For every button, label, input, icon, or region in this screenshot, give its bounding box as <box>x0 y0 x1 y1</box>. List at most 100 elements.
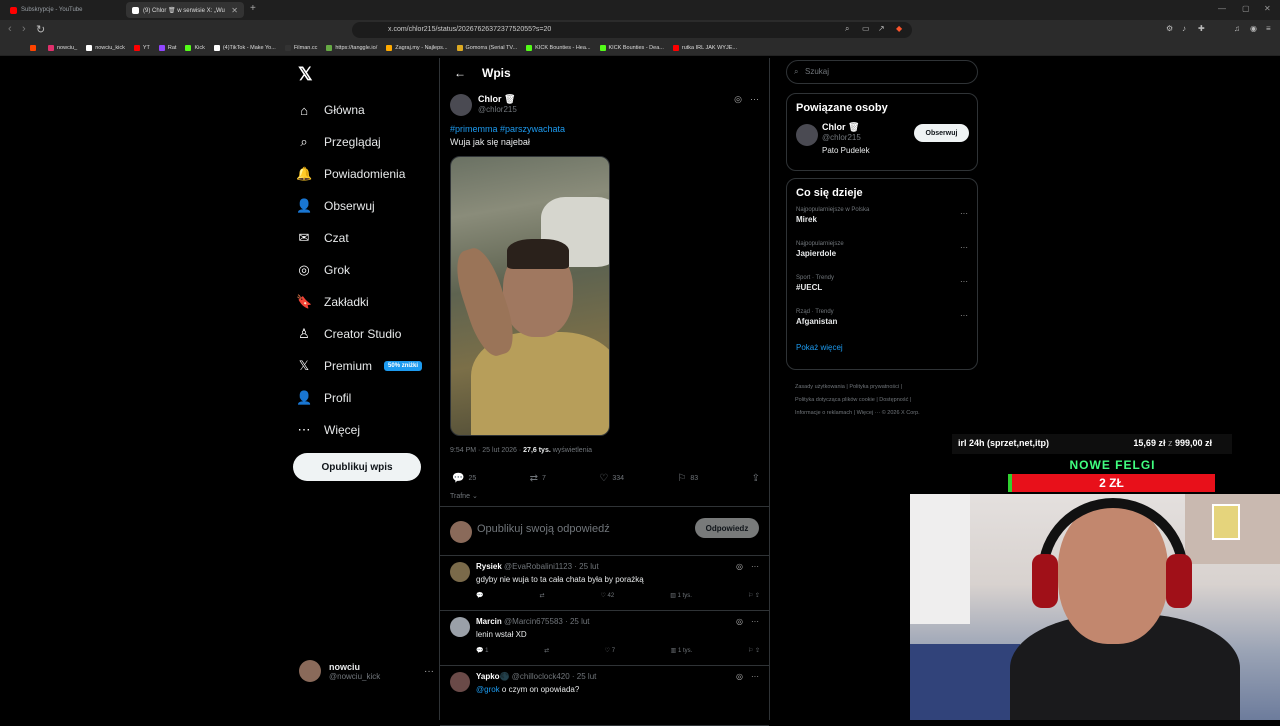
bookmark-item[interactable]: https://tanggle.io/ <box>326 44 377 51</box>
reply-button[interactable]: 💬 1 <box>476 647 488 654</box>
close-tab-icon[interactable]: ✕ <box>231 6 238 15</box>
tweet-time[interactable]: 9:54 PM · 25 lut 2026 · <box>450 447 523 454</box>
more-icon[interactable]: ··· <box>751 617 759 626</box>
bookmark-item[interactable]: Zagraj.my - Najleps... <box>386 44 448 51</box>
maximize-button[interactable]: ▢ <box>1242 4 1250 13</box>
tweet-hashtags[interactable]: #primemma #parszywachata <box>450 124 565 134</box>
footer-line[interactable]: Polityka dotycząca plików cookie | Dostę… <box>795 394 965 407</box>
tab-x[interactable]: (9) Chlor 🗑 w serwisie X: „Wu ✕ <box>126 2 244 18</box>
like-button[interactable]: ♡ 42 <box>600 592 614 599</box>
grok-icon[interactable]: ◎ <box>736 672 743 681</box>
reply-item[interactable]: Marcin @Marcin675583 · 25 lut lenin wstał… <box>440 611 769 666</box>
x-logo-icon[interactable]: 𝕏 <box>298 64 313 85</box>
puzzle-icon[interactable]: ✚ <box>1198 24 1205 33</box>
search-input[interactable]: ⌕ Szukaj <box>786 60 978 84</box>
footer-line[interactable]: Informacje o reklamach | Więcej ··· © 20… <box>795 407 965 420</box>
reply-mention[interactable]: @grok <box>476 685 500 694</box>
like-button[interactable]: ♡ 7 <box>605 647 615 654</box>
tab-youtube[interactable]: Subskrypcje - YouTube <box>4 2 122 18</box>
nav-item-more[interactable]: ⋯ Więcej <box>296 414 422 446</box>
grok-icon[interactable]: ◎ <box>734 94 742 105</box>
more-icon[interactable]: ··· <box>960 209 968 218</box>
views-button[interactable]: ▥ 1 tys. <box>671 647 693 654</box>
back-arrow-icon[interactable]: ← <box>454 66 466 80</box>
reply-button[interactable]: 💬 25 <box>452 473 476 484</box>
like-button[interactable]: ♡ 334 <box>599 473 624 484</box>
reply-input[interactable]: Opublikuj swoją odpowiedź <box>477 523 610 535</box>
extension-icon[interactable]: ⚙ <box>1166 24 1173 33</box>
follow-button[interactable]: Obserwuj <box>914 124 969 142</box>
media-icon[interactable]: ♫ <box>1234 24 1240 33</box>
share-icon[interactable]: ↗ <box>878 24 885 33</box>
show-more-link[interactable]: Pokaż więcej <box>787 343 977 360</box>
bookmark-item[interactable]: Kick <box>185 44 205 51</box>
bookmark-item[interactable]: rutka IRL JAK WYJE... <box>672 44 737 51</box>
nav-item-explore[interactable]: ⌕ Przeglądaj <box>296 126 422 158</box>
nav-item-profile[interactable]: 👤 Profil <box>296 382 422 414</box>
bookmark-item[interactable]: Filman.cc <box>284 44 317 51</box>
tweet-video[interactable] <box>450 156 610 436</box>
back-icon[interactable]: ‹ <box>8 23 12 35</box>
views-button[interactable]: ▥ 1 tys. <box>670 592 692 599</box>
more-icon[interactable]: ··· <box>960 243 968 252</box>
footer-line[interactable]: Zasady użytkowania | Polityka prywatnośc… <box>795 381 965 394</box>
minimize-button[interactable]: — <box>1218 4 1226 13</box>
trend-item[interactable]: Rząd · Trendy Afganistan ··· <box>787 309 977 343</box>
bookmark-item[interactable]: (4)TikTok - Make Yo... <box>213 44 276 51</box>
bookmark-item[interactable]: Rat <box>158 44 176 51</box>
menu-icon[interactable]: ≡ <box>1266 24 1271 33</box>
more-icon[interactable]: ··· <box>751 562 759 571</box>
reply-item[interactable]: Yapko🌑 @chilloclock420 · 25 lut @grok o c… <box>440 666 769 726</box>
trend-item[interactable]: Najpopularniejsze w Polska Mirek ··· <box>787 207 977 241</box>
new-tab-button[interactable]: + <box>250 3 256 14</box>
nav-item-creator-studio[interactable]: ♙ Creator Studio <box>296 318 422 350</box>
screen-icon[interactable]: ▭ <box>862 24 870 33</box>
more-icon[interactable]: ··· <box>751 672 759 681</box>
bookmark-item[interactable]: Gomorra (Serial TV... <box>456 44 517 51</box>
post-button[interactable]: Opublikuj wpis <box>293 453 421 481</box>
nav-item-chat[interactable]: ✉ Czat <box>296 222 422 254</box>
vpn-icon[interactable]: ◉ <box>1250 24 1257 33</box>
trend-item[interactable]: Sport · Trendy #UECL ··· <box>787 275 977 309</box>
bookmark-button[interactable]: ⚐ ⇪ <box>748 647 760 654</box>
nav-item-home[interactable]: ⌂ Główna <box>296 94 422 126</box>
audio-icon[interactable]: ♪ <box>1182 24 1186 33</box>
bookmark-item[interactable]: nowciu_kick <box>86 44 125 51</box>
bookmark-item[interactable]: KICK Bounties - Dea... <box>599 44 664 51</box>
forward-icon[interactable]: › <box>22 23 26 35</box>
sort-replies[interactable]: Trafne ⌄ <box>450 492 478 500</box>
reply-submit-button[interactable]: Odpowiedz <box>695 518 759 538</box>
repost-button[interactable]: ⇄ 7 <box>530 473 546 484</box>
grok-icon[interactable]: ◎ <box>736 617 743 626</box>
repost-button[interactable]: ⇄ <box>539 592 544 599</box>
bookmark-item[interactable] <box>30 44 39 51</box>
nav-item-bookmarks[interactable]: 🔖 Zakładki <box>296 286 422 318</box>
bookmark-item[interactable]: KICK Bounties - Hea... <box>526 44 591 51</box>
repost-button[interactable]: ⇄ <box>544 647 549 654</box>
reload-icon[interactable]: ↻ <box>36 23 45 36</box>
nav-item-notifications[interactable]: 🔔 Powiadomienia <box>296 158 422 190</box>
related-person[interactable]: Chlor 🗑 @chlor215 Pato Pudelek Obserwuj <box>787 122 977 164</box>
bookmark-item[interactable]: nowciu_ <box>48 44 77 51</box>
tweet-author[interactable]: Chlor 🗑 @chlor215 <box>450 94 517 116</box>
url-input[interactable]: x.com/chlor215/status/202676263723775205… <box>352 22 912 38</box>
nav-item-follow[interactable]: 👤 Obserwuj <box>296 190 422 222</box>
trend-item[interactable]: Najpopularniejsze Japierdole ··· <box>787 241 977 275</box>
account-switcher[interactable]: nowciu @nowciu_kick ··· <box>299 660 434 682</box>
bookmark-button[interactable]: ⚐ 83 <box>677 473 698 484</box>
brave-shield-icon[interactable]: ◆ <box>896 24 902 33</box>
grok-icon[interactable]: ◎ <box>736 562 743 571</box>
more-icon[interactable]: ··· <box>424 666 434 677</box>
close-window-button[interactable]: ✕ <box>1264 4 1271 13</box>
more-icon[interactable]: ··· <box>960 311 968 320</box>
share-button[interactable]: ⇪ <box>752 473 760 484</box>
zoom-icon[interactable]: ⌕ <box>845 24 849 34</box>
more-icon[interactable]: ··· <box>960 277 968 286</box>
nav-item-premium[interactable]: 𝕏 Premium 50% zniżki <box>296 350 423 382</box>
reply-button[interactable]: 💬 <box>476 592 483 599</box>
reply-item[interactable]: Rysiek @EvaRobalini1123 · 25 lut gdyby ni… <box>440 556 769 611</box>
bookmark-item[interactable]: YT <box>133 44 150 51</box>
bookmark-button[interactable]: ⚐ ⇪ <box>748 592 760 599</box>
more-icon[interactable]: ··· <box>750 94 759 105</box>
nav-item-grok[interactable]: ◎ Grok <box>296 254 422 286</box>
